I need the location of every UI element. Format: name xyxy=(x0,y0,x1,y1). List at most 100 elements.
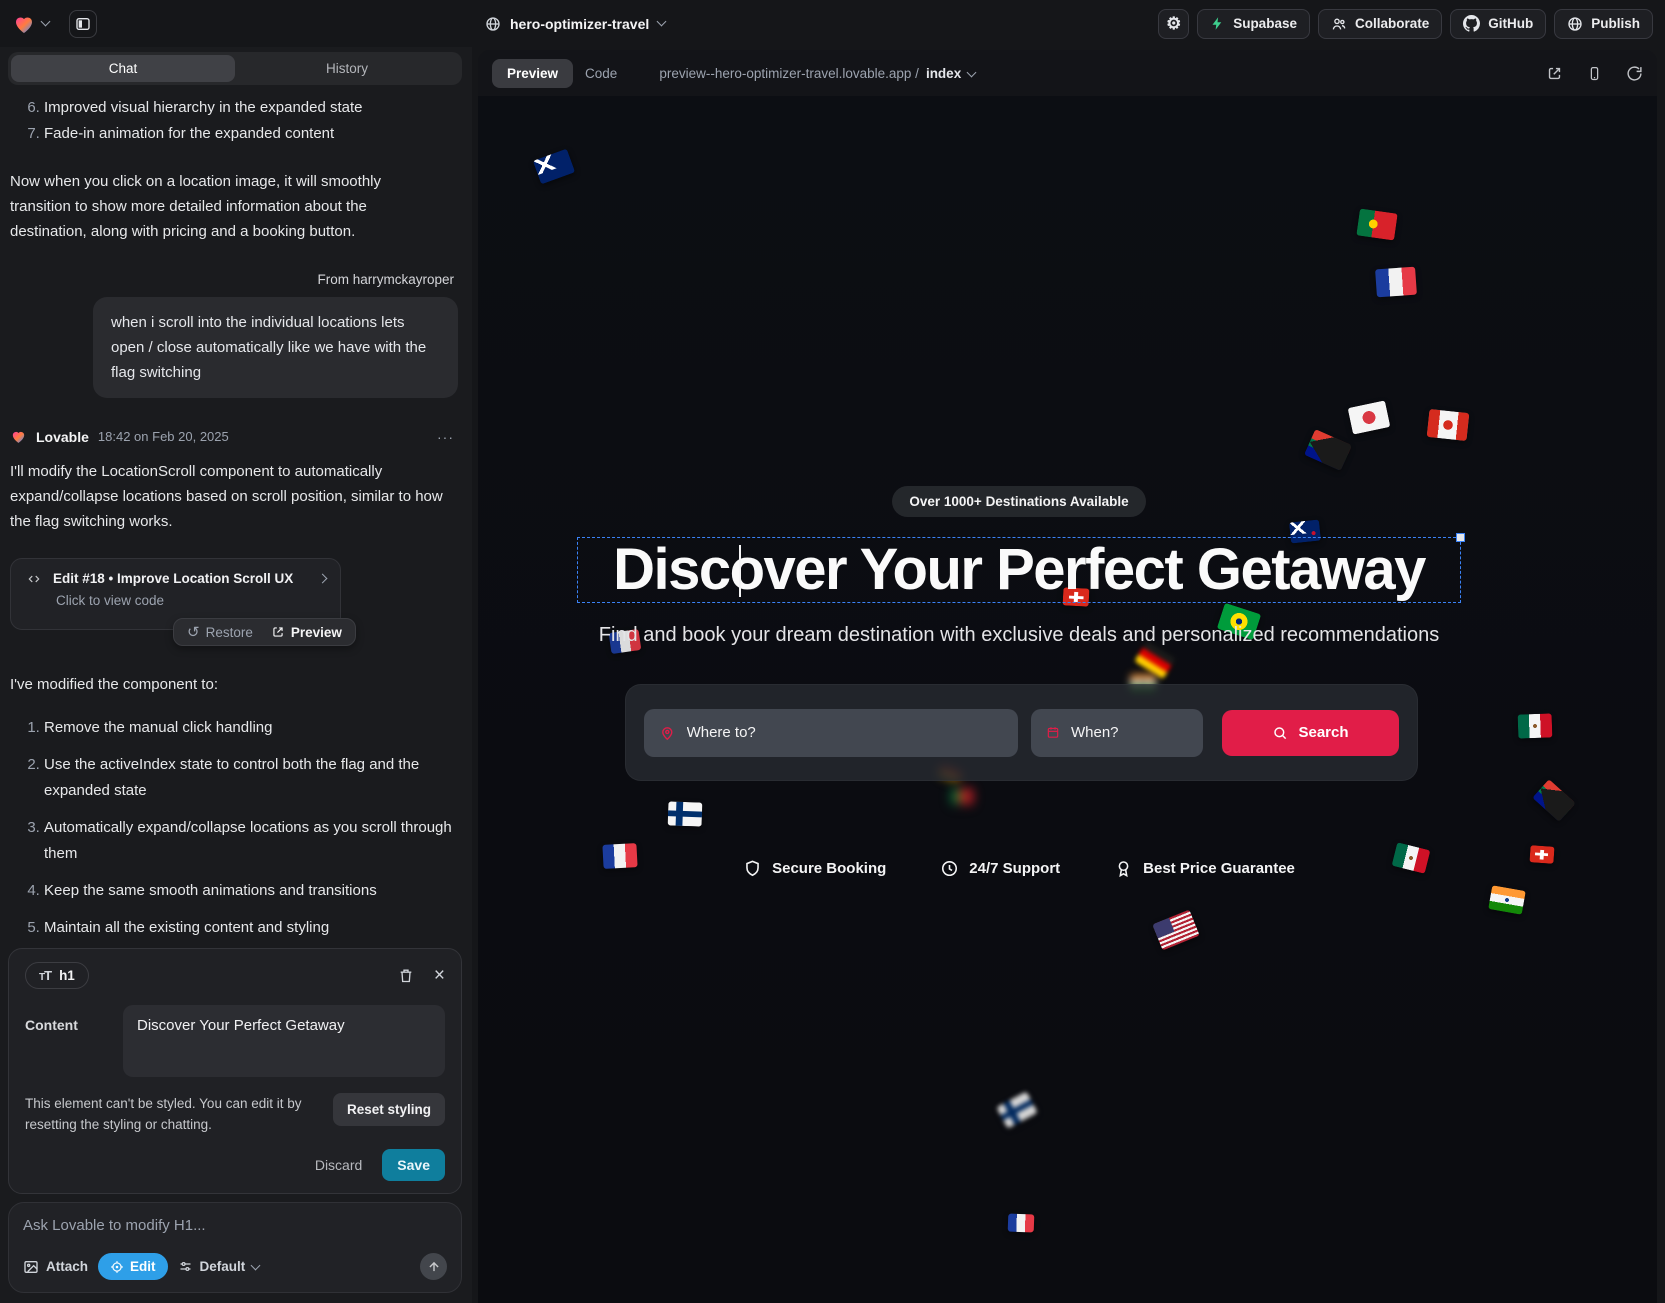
supabase-label: Supabase xyxy=(1233,16,1297,31)
styling-note: This element can't be styled. You can ed… xyxy=(25,1093,319,1135)
element-tag-pill[interactable]: TT h1 xyxy=(25,962,89,989)
date-input[interactable] xyxy=(1071,724,1188,741)
search-icon xyxy=(1272,725,1288,741)
preview-url-selector[interactable]: preview--hero-optimizer-travel.lovable.a… xyxy=(659,66,975,81)
attach-label: Attach xyxy=(46,1259,88,1274)
edit-mode-button[interactable]: Edit xyxy=(98,1253,168,1280)
sidebar-toggle-button[interactable] xyxy=(69,10,97,38)
edit-card-wrapper: Edit #18 • Improve Location Scroll UX Cl… xyxy=(10,558,458,648)
refresh-icon[interactable] xyxy=(1626,65,1643,82)
publish-label: Publish xyxy=(1591,16,1640,31)
preview-viewport[interactable]: Over 1000+ Destinations Available Discov… xyxy=(478,96,1657,1303)
preview-url-page: index xyxy=(926,66,961,81)
tab-preview[interactable]: Preview xyxy=(492,59,573,88)
message-timestamp: 18:42 on Feb 20, 2025 xyxy=(98,429,229,444)
project-chevron-down-icon xyxy=(657,17,667,27)
collaborate-button[interactable]: Collaborate xyxy=(1318,9,1442,39)
github-label: GitHub xyxy=(1488,16,1533,31)
tab-history[interactable]: History xyxy=(235,55,459,82)
h1-selection-box[interactable]: Discover Your Perfect Getaway xyxy=(577,537,1461,603)
content-label: Content xyxy=(25,1005,97,1077)
close-panel-button[interactable]: × xyxy=(434,966,445,985)
text-caret xyxy=(739,545,741,597)
collaborate-label: Collaborate xyxy=(1355,16,1429,31)
tab-code[interactable]: Code xyxy=(573,59,629,88)
assistant-name: Lovable xyxy=(36,429,89,445)
list-item: Use the activeIndex state to control bot… xyxy=(44,752,458,804)
save-button[interactable]: Save xyxy=(382,1149,445,1181)
hero-subtitle: Find and book your dream destination wit… xyxy=(478,624,1560,647)
open-in-new-tab-icon[interactable] xyxy=(1546,65,1563,82)
restore-label: Restore xyxy=(206,625,253,640)
award-icon xyxy=(1114,859,1133,878)
mode-chevron-down-icon xyxy=(251,1261,261,1271)
search-button[interactable]: Search xyxy=(1222,710,1399,756)
element-tag: h1 xyxy=(59,968,75,983)
list-item: Remove the manual click handling xyxy=(44,715,458,741)
supabase-bolt-icon xyxy=(1210,16,1225,31)
mobile-view-icon[interactable] xyxy=(1587,65,1602,82)
selection-handle[interactable] xyxy=(1456,533,1465,542)
hero-section: Over 1000+ Destinations Available Discov… xyxy=(478,96,1560,1303)
github-button[interactable]: GitHub xyxy=(1450,9,1546,39)
preview-version-button[interactable]: Preview xyxy=(264,625,349,640)
assistant-paragraph: Now when you click on a location image, … xyxy=(10,169,446,244)
mode-select-button[interactable]: Default xyxy=(178,1259,260,1274)
message-options-button[interactable]: ··· xyxy=(433,429,458,445)
list-item: Improved visual hierarchy in the expande… xyxy=(44,95,458,121)
trust-label: 24/7 Support xyxy=(969,860,1060,877)
settings-button[interactable]: ⚙ xyxy=(1158,9,1189,39)
preview-chrome-bar: Preview Code preview--hero-optimizer-tra… xyxy=(478,50,1657,96)
list-item: Fade-in animation for the expanded conte… xyxy=(44,121,458,147)
search-card: Search xyxy=(625,684,1418,781)
trust-label: Best Price Guarantee xyxy=(1143,860,1295,877)
trash-icon xyxy=(398,967,414,984)
chat-composer: Attach Edit Default xyxy=(8,1202,462,1293)
assistant-paragraph: I've modified the component to: xyxy=(10,672,446,697)
preview-pane: Preview Code preview--hero-optimizer-tra… xyxy=(478,50,1657,1303)
supabase-button[interactable]: Supabase xyxy=(1197,9,1310,39)
reset-styling-button[interactable]: Reset styling xyxy=(333,1093,445,1126)
restore-button[interactable]: ↺ Restore xyxy=(180,625,260,640)
shield-icon xyxy=(743,859,762,878)
assistant-message-header: Lovable 18:42 on Feb 20, 2025 ··· xyxy=(10,428,458,445)
edit-card-title: Edit #18 • Improve Location Scroll UX xyxy=(53,571,309,586)
project-switcher[interactable]: hero-optimizer-travel xyxy=(485,16,665,32)
map-pin-icon xyxy=(659,724,676,742)
assistant-steps-list: Remove the manual click handling Use the… xyxy=(10,715,458,941)
hero-title[interactable]: Discover Your Perfect Getaway xyxy=(613,541,1425,599)
chat-sidebar: Chat History Improved visual hierarchy i… xyxy=(0,47,472,1303)
attach-image-icon xyxy=(23,1259,39,1275)
content-textarea[interactable]: Discover Your Perfect Getaway xyxy=(123,1005,445,1077)
search-button-label: Search xyxy=(1298,724,1348,741)
tab-chat[interactable]: Chat xyxy=(11,55,235,82)
arrow-up-icon xyxy=(427,1260,441,1274)
lovable-logo-heart-icon[interactable] xyxy=(12,12,36,36)
date-field[interactable] xyxy=(1031,709,1203,757)
chat-message-list[interactable]: Improved visual hierarchy in the expande… xyxy=(0,87,472,942)
preview-label: Preview xyxy=(291,625,342,640)
chat-input[interactable] xyxy=(23,1217,447,1234)
attach-button[interactable]: Attach xyxy=(23,1259,88,1275)
assistant-paragraph: I'll modify the LocationScroll component… xyxy=(10,459,446,534)
edit-card-chevron-right-icon xyxy=(318,574,328,584)
user-message-author: From harrymckayroper xyxy=(10,272,458,287)
destination-input[interactable] xyxy=(687,724,1003,741)
edit-mode-label: Edit xyxy=(130,1259,156,1274)
publish-button[interactable]: Publish xyxy=(1554,9,1653,39)
discard-button[interactable]: Discard xyxy=(315,1157,362,1173)
globe-icon xyxy=(485,16,501,32)
send-button[interactable] xyxy=(420,1253,447,1280)
people-icon xyxy=(1331,16,1347,32)
target-icon xyxy=(110,1260,124,1274)
logo-chevron-down-icon[interactable] xyxy=(41,17,51,27)
delete-element-button[interactable] xyxy=(398,967,414,984)
sidebar-tabbar: Chat History xyxy=(8,52,462,85)
list-item: Keep the same smooth animations and tran… xyxy=(44,878,458,904)
url-chevron-down-icon xyxy=(967,67,977,77)
clock-icon xyxy=(940,859,959,878)
gear-icon: ⚙ xyxy=(1166,15,1181,32)
topbar-actions: ⚙ Supabase Collaborate GitHub Publish xyxy=(1158,9,1653,39)
version-actions: ↺ Restore Preview xyxy=(173,618,356,646)
destination-field[interactable] xyxy=(644,709,1018,757)
